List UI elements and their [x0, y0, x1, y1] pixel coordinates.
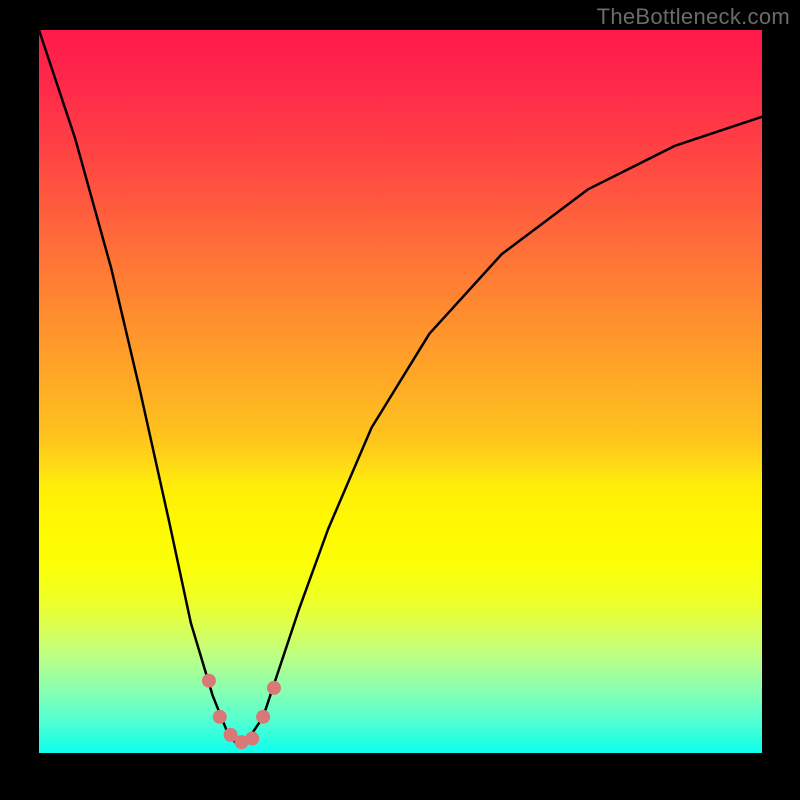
plot-area — [39, 30, 762, 753]
trough-marker — [234, 735, 248, 749]
trough-marker — [224, 728, 238, 742]
chart-frame: TheBottleneck.com — [0, 0, 800, 800]
curve-svg — [39, 30, 762, 753]
watermark-text: TheBottleneck.com — [597, 4, 790, 30]
trough-marker — [213, 710, 227, 724]
trough-marker — [256, 710, 270, 724]
trough-marker — [267, 681, 281, 695]
trough-marker — [202, 674, 216, 688]
trough-markers — [202, 674, 281, 749]
bottleneck-curve — [39, 30, 762, 746]
trough-marker — [245, 732, 259, 746]
